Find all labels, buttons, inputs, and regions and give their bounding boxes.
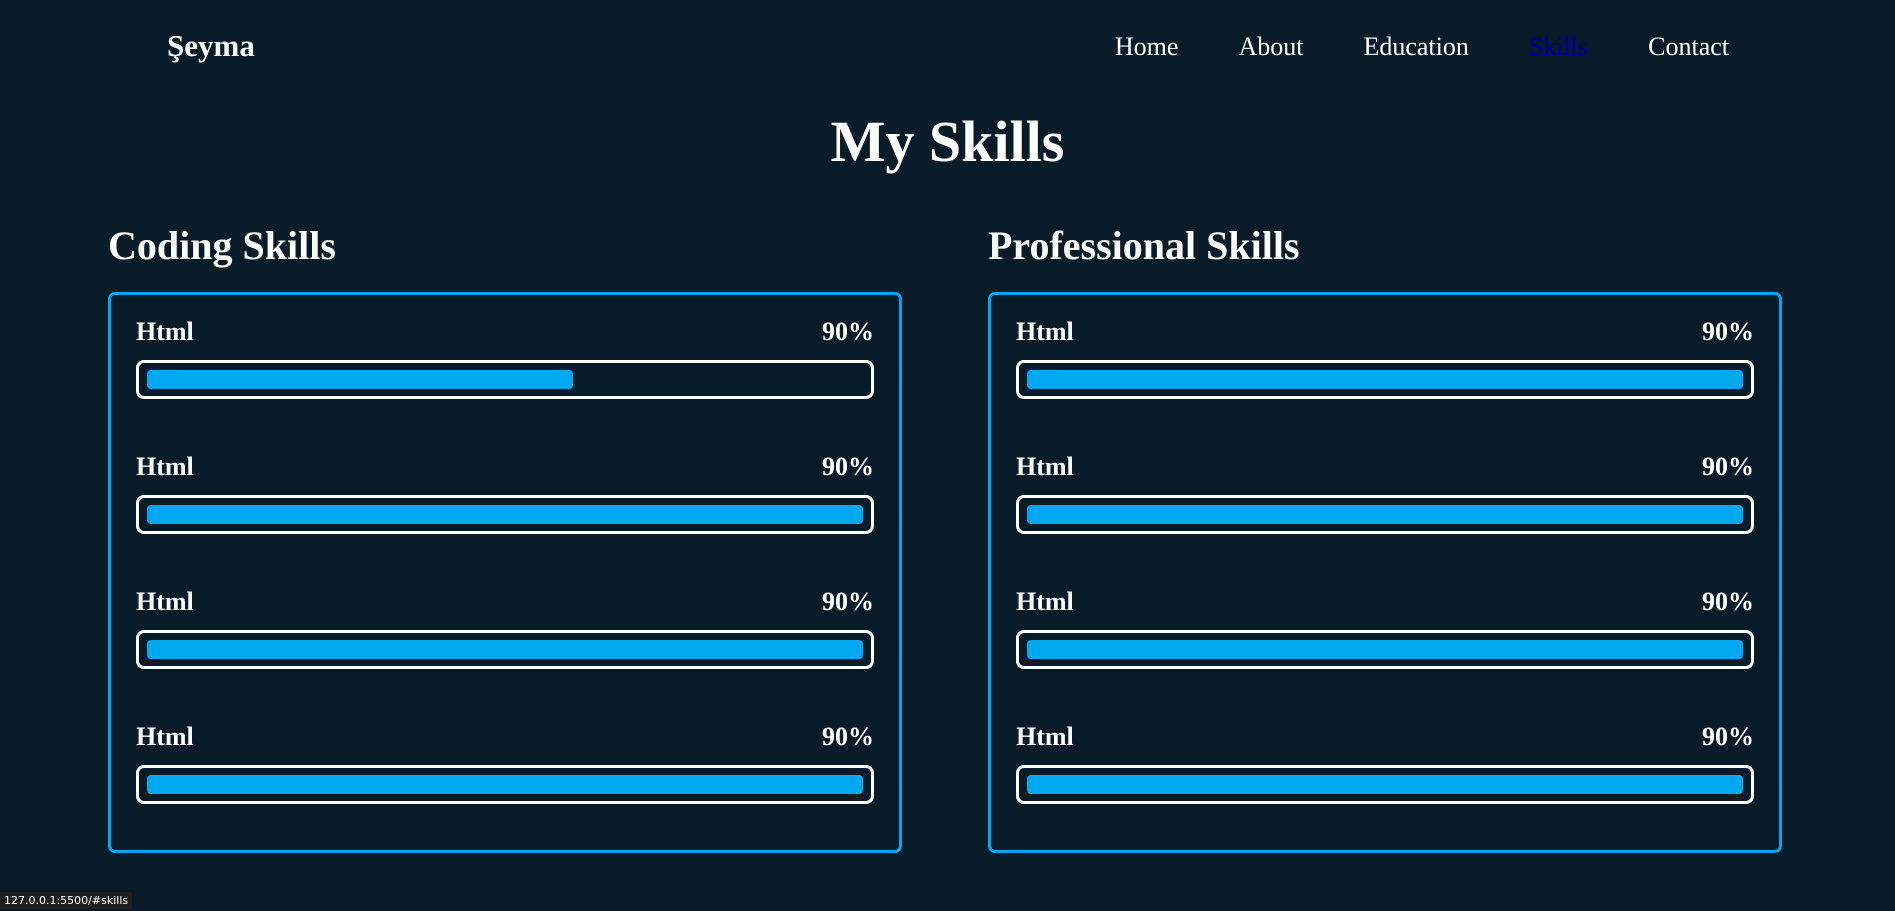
skill-item: Html 90% xyxy=(1016,583,1754,718)
nav-education[interactable]: Education xyxy=(1363,32,1468,62)
skill-progress-bar xyxy=(136,495,874,534)
page: Şeyma Home About Education Skills Contac… xyxy=(0,0,1895,911)
skill-progress-fill xyxy=(147,640,863,659)
skill-percent: 90% xyxy=(822,452,874,481)
nav-about[interactable]: About xyxy=(1238,32,1303,62)
professional-skills-section: Professional Skills Html 90% Html 90% Ht… xyxy=(988,220,1788,853)
skill-item: Html 90% xyxy=(1016,718,1754,853)
nav-contact[interactable]: Contact xyxy=(1648,32,1729,62)
skill-item: Html 90% xyxy=(136,583,874,718)
nav-home[interactable]: Home xyxy=(1115,32,1179,62)
skill-percent: 90% xyxy=(1702,317,1754,346)
skill-progress-fill xyxy=(1027,640,1743,659)
skill-percent: 90% xyxy=(822,587,874,616)
skill-name: Html xyxy=(1016,722,1074,751)
professional-skills-card: Html 90% Html 90% Html 90% Html 90% xyxy=(988,292,1782,853)
main-nav: Home About Education Skills Contact xyxy=(1115,32,1729,62)
skill-progress-bar xyxy=(136,360,874,399)
skill-progress-fill xyxy=(1027,775,1743,794)
nav-skills[interactable]: Skills xyxy=(1529,32,1588,62)
skill-progress-bar xyxy=(136,630,874,669)
skill-name: Html xyxy=(136,722,194,751)
header: Şeyma Home About Education Skills Contac… xyxy=(0,0,1895,100)
coding-skills-card: Html 90% Html 90% Html 90% Html 90% xyxy=(108,292,902,853)
skill-name: Html xyxy=(1016,452,1074,481)
skill-progress-bar xyxy=(136,765,874,804)
skill-item: Html 90% xyxy=(136,448,874,583)
skill-name: Html xyxy=(1016,587,1074,616)
skill-progress-fill xyxy=(147,370,574,389)
page-title: My Skills xyxy=(830,109,1065,174)
skill-name: Html xyxy=(1016,317,1074,346)
skill-percent: 90% xyxy=(822,722,874,751)
skill-progress-fill xyxy=(1027,505,1743,524)
status-bar-url: 127.0.0.1:5500/#skills xyxy=(0,892,133,909)
skill-percent: 90% xyxy=(1702,452,1754,481)
skill-progress-bar xyxy=(1016,495,1754,534)
coding-skills-title: Coding Skills xyxy=(108,223,336,268)
coding-skills-section: Coding Skills Html 90% Html 90% Html 90%… xyxy=(108,220,908,853)
skill-percent: 90% xyxy=(1702,722,1754,751)
skill-progress-bar xyxy=(1016,630,1754,669)
skill-name: Html xyxy=(136,587,194,616)
skill-item: Html 90% xyxy=(136,313,874,448)
skill-progress-fill xyxy=(1027,370,1743,389)
skill-name: Html xyxy=(136,452,194,481)
skill-item: Html 90% xyxy=(1016,448,1754,583)
skill-item: Html 90% xyxy=(1016,313,1754,448)
skill-progress-bar xyxy=(1016,765,1754,804)
skill-percent: 90% xyxy=(1702,587,1754,616)
skill-progress-fill xyxy=(147,505,863,524)
skill-percent: 90% xyxy=(822,317,874,346)
skill-name: Html xyxy=(136,317,194,346)
skill-item: Html 90% xyxy=(136,718,874,853)
logo[interactable]: Şeyma xyxy=(167,28,255,64)
professional-skills-title: Professional Skills xyxy=(988,223,1300,268)
skill-progress-fill xyxy=(147,775,863,794)
skill-progress-bar xyxy=(1016,360,1754,399)
